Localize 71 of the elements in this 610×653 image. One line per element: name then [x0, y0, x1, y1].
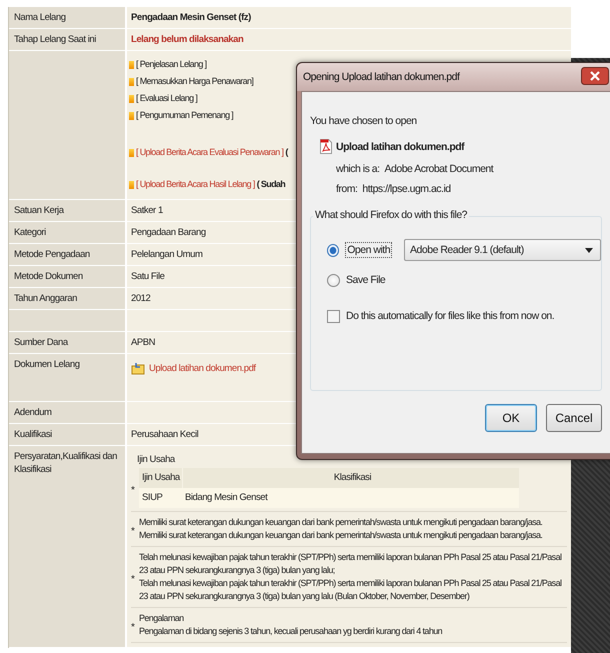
bullet-icon	[129, 78, 134, 86]
option-label[interactable]: Save File	[346, 274, 386, 286]
field-value: Perusahaan Kecil	[131, 429, 198, 440]
pdf-file-icon	[320, 139, 332, 154]
permit-title: Ijin Usaha	[136, 453, 176, 467]
field-value: Pelelangan Umum	[131, 249, 202, 260]
asterisk: *	[131, 620, 136, 634]
intro-text: You have chosen to open	[310, 115, 418, 127]
source-url: https://lpse.ugm.ac.id	[362, 183, 451, 195]
field-label: Kategori	[14, 227, 46, 238]
table-cell-text: SIUP	[141, 491, 164, 505]
requirement-text: Pengalaman di bidang sejenis 3 tahun, kecuali perusahaan yg berdiri kurang dari 4 tahun	[139, 625, 442, 638]
application-dropdown[interactable]: Adobe Reader 9.1 (default)	[404, 239, 601, 261]
radio-button[interactable]	[327, 244, 340, 256]
field-label: Metode Dokumen	[14, 271, 83, 282]
requirement-text: Telah melunasi kewajiban pajak tahun terakhir (SPT/PPh) serta memiliki laporan bulanan PPh Pasal 25 atau Pasal 21/Pasal 23 atau PPN sekurangkurangnya 3 (tiga) bulan yang lalu;	[139, 551, 562, 577]
asterisk: *	[131, 572, 136, 586]
stage-link[interactable]: [ Upload Berita Acara Evaluasi Penawaran ]	[136, 146, 284, 159]
field-label: Sumber Dana	[14, 337, 68, 348]
column-header: Klasifikasi	[332, 471, 372, 485]
field-label: Dokumen Lelang	[14, 359, 80, 370]
field-label: Tahun Anggaran	[14, 293, 77, 304]
requirement-text: Memiliki surat keterangan dukungan keuangan dari bank pemerintah/swasta untuk mengikuti pengadaan barang/jasa.	[139, 529, 542, 542]
option-label[interactable]: Open with	[345, 242, 392, 258]
dialog-title: Opening Upload latihan dokumen.pdf	[303, 71, 460, 83]
field-value: 2012	[131, 293, 150, 304]
stage-status: Lelang belum dilaksanakan	[131, 34, 244, 45]
table-cell-text: Bidang Mesin Genset	[184, 491, 269, 505]
checkbox[interactable]	[327, 310, 340, 322]
field-value: APBN	[131, 337, 156, 348]
field-label: Metode Pengadaan	[14, 249, 90, 260]
field-label: Satuan Kerja	[14, 205, 64, 216]
field-label: Tahap Lelang Saat ini	[14, 34, 96, 45]
requirement-text: Pengalaman	[139, 612, 185, 625]
field-label: Nama Lelang	[14, 12, 66, 23]
type-value: Adobe Acrobat Document	[384, 163, 494, 175]
document-link[interactable]: Upload latihan dokumen.pdf	[149, 362, 256, 375]
radio-button[interactable]	[327, 274, 340, 286]
stage-link[interactable]: [ Penjelasan Lelang ]	[136, 58, 206, 71]
field-label: Adendum	[14, 407, 52, 418]
auction-name: Pengadaan Mesin Genset (fz)	[131, 12, 251, 23]
stage-link[interactable]: [ Evaluasi Lelang ]	[136, 92, 198, 105]
bullet-icon	[129, 148, 134, 156]
asterisk: *	[131, 524, 136, 538]
stage-link[interactable]: [ Upload Berita Acara Hasil Lelang ]	[136, 178, 255, 191]
asterisk: *	[131, 484, 136, 496]
bullet-icon	[129, 180, 134, 188]
type-label: which is a:	[336, 163, 380, 175]
bullet-icon	[129, 94, 134, 102]
ok-button[interactable]: OK	[485, 404, 537, 432]
requirement-text: Memiliki surat keterangan dukungan keuangan dari bank pemerintah/swasta untuk mengikuti pengadaan barang/jasa.	[139, 516, 542, 529]
source-label: from:	[336, 183, 358, 195]
bullet-icon	[129, 112, 134, 120]
close-icon[interactable]	[581, 67, 609, 85]
folder-icon	[131, 362, 145, 375]
bullet-icon	[129, 60, 134, 68]
upload-status: ( Sudah	[256, 178, 286, 191]
field-value: Satu File	[131, 271, 164, 282]
field-value: Pengadaan Barang	[131, 227, 206, 238]
field-label: Kualifikasi	[14, 429, 52, 440]
file-name: Upload latihan dokumen.pdf	[336, 140, 464, 152]
group-legend: What should Firefox do with this file?	[313, 209, 469, 221]
field-value: Satker 1	[131, 205, 163, 216]
stage-link[interactable]: [ Memasukkan Harga Penawaran]	[136, 75, 254, 88]
checkbox-label[interactable]: Do this automatically for files like this from now on.	[346, 310, 554, 322]
cancel-button[interactable]: Cancel	[546, 404, 602, 432]
upload-status: (	[285, 146, 288, 159]
requirement-text: Telah melunasi kewajiban pajak tahun terakhir (SPT/PPh) serta memiliki laporan bulanan PPh Pasal 25 atau Pasal 21/Pasal 23 atau PPN sekurangkurangnya 3 (tiga) bulan yang lalu (Bulan Oktober, November, Desember)	[139, 577, 562, 603]
dropdown-arrow-icon	[585, 248, 593, 252]
field-label: Persyaratan,Kualifikasi dan Klasifikasi	[14, 451, 117, 475]
stage-link[interactable]: [ Pengumuman Pemenang ]	[136, 109, 234, 122]
